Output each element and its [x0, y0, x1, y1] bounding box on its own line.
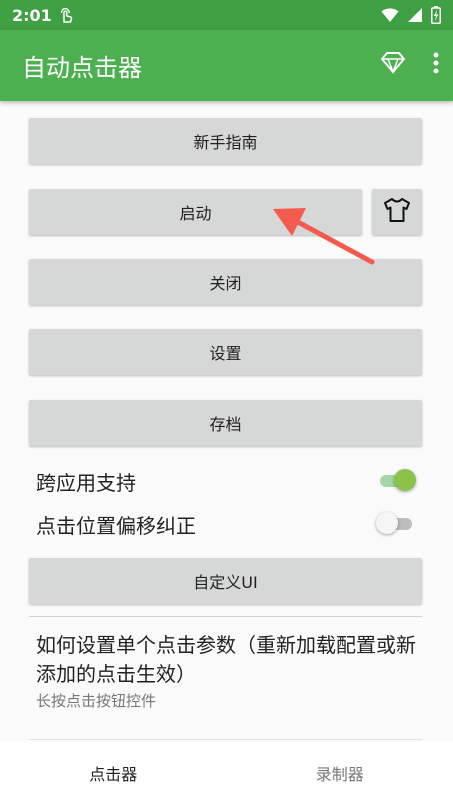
bottom-nav: 点击器 录制器 [0, 741, 453, 805]
nav-clicker-tab[interactable]: 点击器 [0, 741, 227, 805]
annotation-arrow-icon [273, 208, 375, 265]
nav-recorder-tab[interactable]: 录制器 [227, 741, 453, 805]
